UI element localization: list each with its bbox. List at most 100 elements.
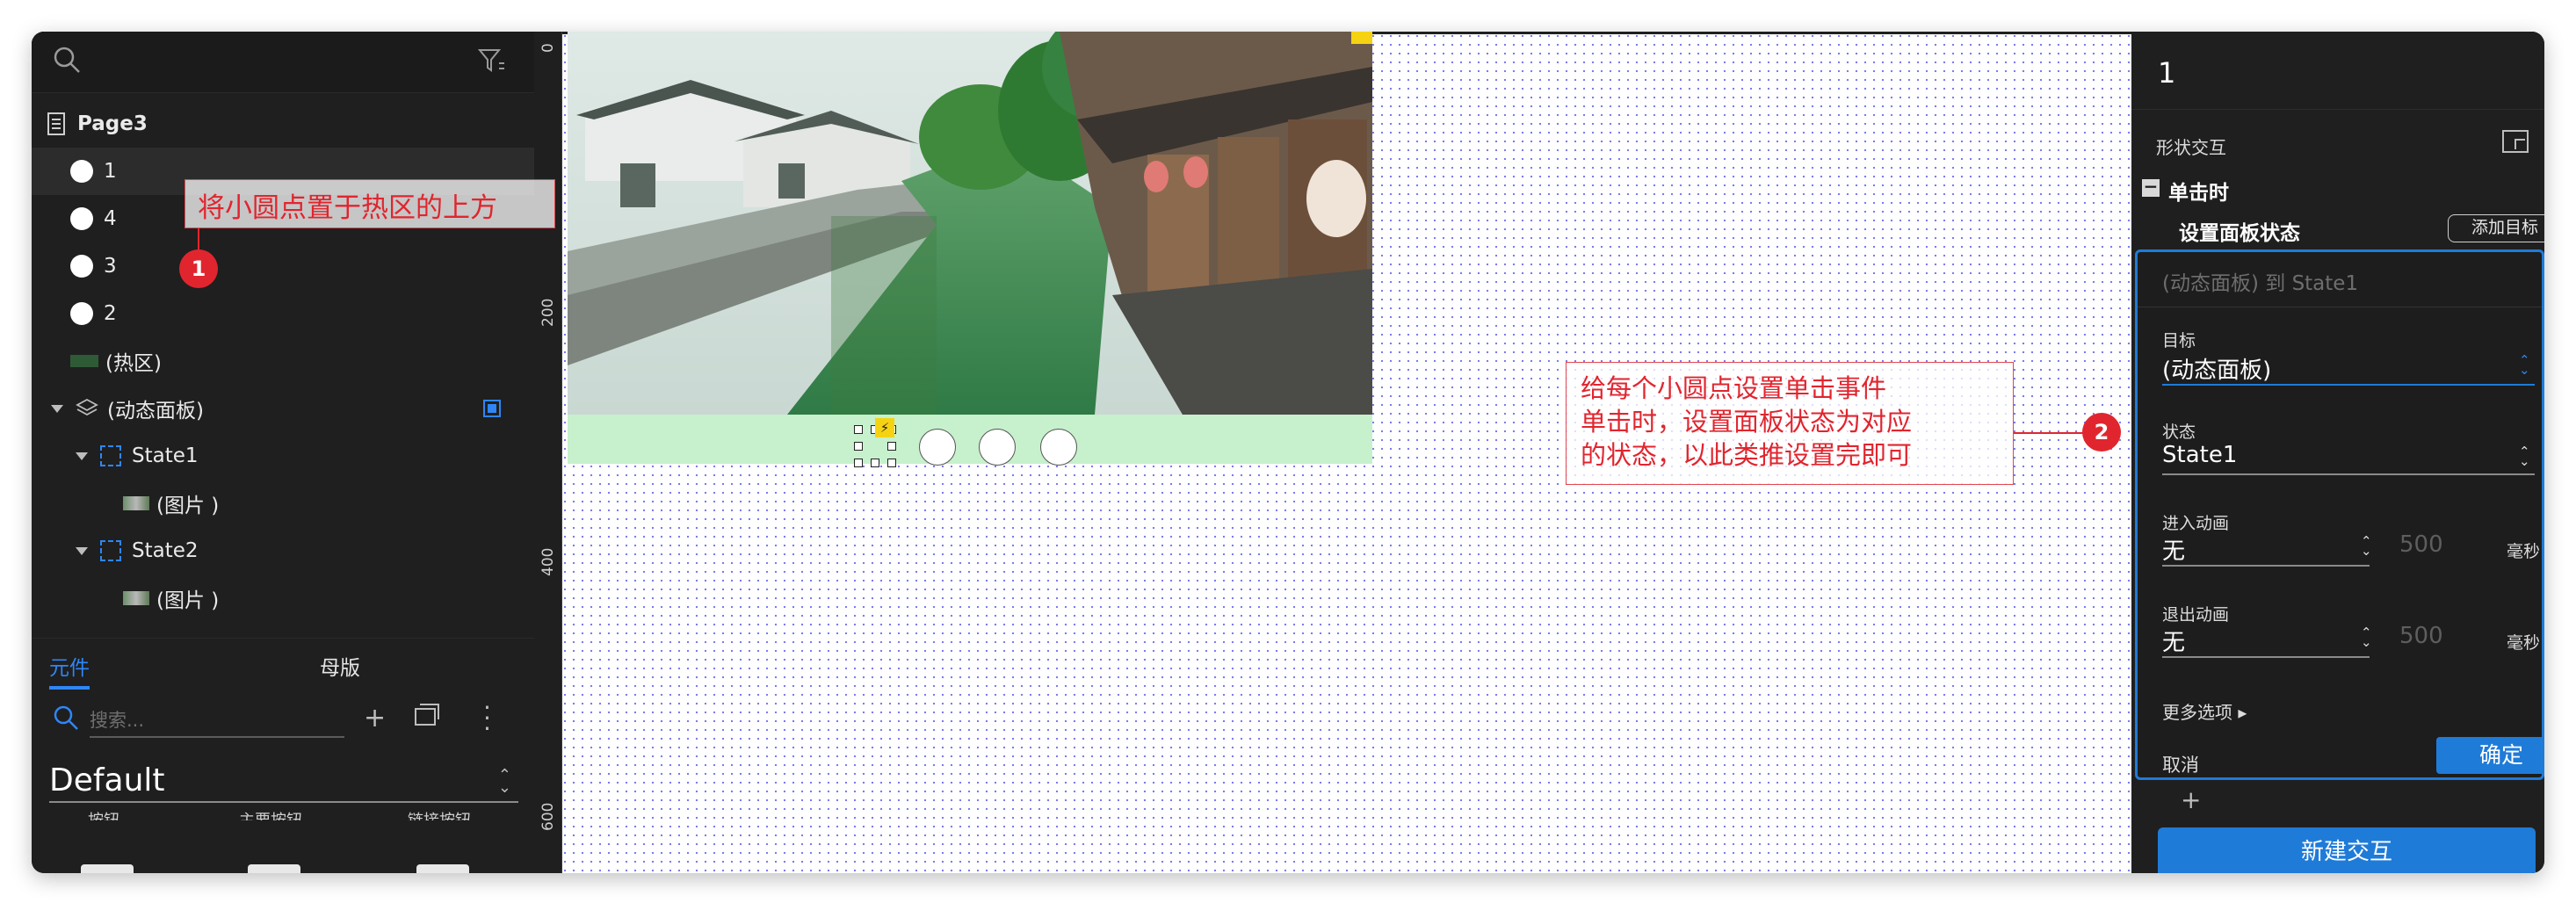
layer-label: (图片 ): [156, 589, 220, 612]
annotation-note-2: 给每个小圆点设置单击事件 单击时，设置面板状态为对应 的状态，以此类推设置完即可: [1566, 362, 2014, 485]
filter-icon[interactable]: [478, 47, 506, 74]
divider: [2131, 109, 2544, 110]
annotation-badge-2: 2: [2082, 413, 2121, 452]
page-icon: [47, 112, 65, 135]
more-options-toggle[interactable]: 更多选项 ▸: [2162, 698, 2247, 724]
interaction-panel: 1 形状交互 − 单击时 设置面板状态 添加目标 (动态面板) 到 State1…: [2131, 32, 2544, 873]
state-icon: [100, 445, 121, 466]
enter-duration-input[interactable]: 500: [2399, 531, 2443, 558]
annotation-line: 的状态，以此类推设置完即可: [1581, 440, 1913, 470]
layer-item-state2[interactable]: State2: [32, 527, 534, 574]
slider-dot[interactable]: [979, 429, 1016, 466]
exit-animation-select[interactable]: 无: [2162, 625, 2185, 657]
action-label[interactable]: 设置面板状态: [2179, 216, 2300, 246]
layer-label: 3: [104, 255, 117, 278]
library-item-label: 主要按钮: [239, 808, 302, 820]
left-panel: Page3 1 4 3 2 (热区) (动态面板) State1 (图片) S…: [32, 32, 534, 873]
annotation-note-1: 将小圆点置于热区的上方: [185, 179, 555, 228]
layers-icon: [76, 398, 98, 416]
target-label: 目标: [2162, 331, 2196, 350]
target-select[interactable]: (动态面板): [2162, 352, 2271, 385]
new-interaction-button[interactable]: 新建交互: [2158, 827, 2536, 873]
add-target-button[interactable]: 添加目标: [2448, 214, 2544, 242]
ruler-tick: 600: [539, 802, 557, 831]
tab-widgets[interactable]: 元件: [49, 651, 90, 690]
library-widget-preview[interactable]: [248, 864, 300, 873]
expand-panel-icon[interactable]: [2502, 130, 2529, 153]
hotspot-area[interactable]: [568, 415, 1372, 464]
layer-item-hotspot[interactable]: (热区): [32, 337, 534, 385]
circle-icon: [70, 160, 93, 183]
layer-label: (热区): [105, 352, 162, 375]
interaction-marker-icon: [1351, 32, 1372, 44]
state-label: 状态: [2162, 423, 2196, 442]
layer-item-image-2[interactable]: (图片 ): [32, 574, 534, 622]
slider-dot[interactable]: [1040, 429, 1077, 466]
layer-item-dynamic-panel[interactable]: (动态面板): [32, 385, 534, 432]
design-canvas[interactable]: 0 200 400 600 ⚡ 给每个小圆点设置单击事件 单击时，设置面板状态为…: [534, 32, 2131, 873]
hotspot-icon: [70, 355, 98, 367]
library-widget-preview[interactable]: [81, 864, 134, 873]
enter-duration-unit: 毫秒: [2507, 542, 2541, 561]
annotation-leader-2: [2014, 432, 2084, 434]
chevron-updown-icon[interactable]: ⌃ ⌄: [2361, 626, 2372, 649]
widget-name[interactable]: 1: [2158, 56, 2175, 90]
collapse-icon[interactable]: −: [2142, 177, 2160, 197]
layer-label: 4: [104, 207, 117, 230]
layer-label: State2: [132, 539, 199, 562]
ruler-tick: 400: [539, 547, 557, 576]
tab-masters[interactable]: 母版: [320, 651, 360, 681]
circle-icon: [70, 207, 93, 230]
layer-item-image-1[interactable]: (图片 ): [32, 480, 534, 527]
circle-icon: [70, 302, 93, 325]
layer-label: (图片 ): [156, 495, 220, 517]
state-select[interactable]: State1: [2162, 442, 2237, 468]
slider-dot[interactable]: [919, 429, 956, 466]
library-select[interactable]: Default ⌃ ⌄: [49, 762, 518, 803]
select-chevron-icon: ⌃ ⌄: [497, 766, 511, 797]
visibility-toggle-icon[interactable]: [483, 400, 501, 417]
cancel-button[interactable]: 取消: [2162, 751, 2199, 777]
section-title: 形状交互: [2156, 137, 2226, 158]
exit-duration-input[interactable]: 500: [2399, 623, 2443, 649]
canal-town-image[interactable]: [568, 32, 1372, 415]
add-action-icon[interactable]: +: [2181, 785, 2201, 814]
library-select-value: Default: [49, 762, 165, 798]
chevron-updown-icon[interactable]: ⌃ ⌄: [2361, 535, 2372, 558]
exit-duration-unit: 毫秒: [2507, 633, 2541, 653]
expand-arrow-icon[interactable]: [76, 546, 88, 555]
ruler-tick: 0: [539, 43, 557, 53]
page-row[interactable]: Page3: [32, 100, 534, 148]
library-search-row: 搜索... + · · ·: [32, 696, 534, 741]
outline-search-bar: [32, 32, 534, 93]
layer-label: 1: [104, 160, 117, 183]
event-label[interactable]: 单击时: [2168, 176, 2229, 206]
more-vertical-icon[interactable]: · · ·: [483, 696, 491, 741]
exit-animation-underline: [2162, 656, 2370, 658]
search-icon[interactable]: [53, 46, 83, 76]
chevron-updown-icon[interactable]: ⌃ ⌄: [2519, 354, 2530, 377]
layer-item-circle-3[interactable]: 3: [32, 242, 534, 290]
layer-label: 2: [104, 302, 117, 325]
target-underline: [2162, 384, 2535, 386]
action-editor: (动态面板) 到 State1 目标 (动态面板) ⌃ ⌄ 状态 State1 ⌃…: [2135, 249, 2544, 780]
expand-arrow-icon[interactable]: [51, 404, 63, 413]
library-widget-preview[interactable]: [416, 864, 469, 873]
library-search-input[interactable]: 搜索...: [90, 706, 344, 738]
chevron-updown-icon[interactable]: ⌃ ⌄: [2519, 445, 2530, 468]
library-item-label: 链接按钮: [408, 808, 471, 820]
search-icon[interactable]: [53, 704, 81, 733]
duplicate-icon[interactable]: [415, 704, 439, 726]
confirm-button[interactable]: 确定: [2436, 737, 2544, 774]
enter-animation-underline: [2162, 565, 2370, 567]
expand-arrow-icon[interactable]: [76, 452, 88, 460]
annotation-text: 将小圆点置于热区的上方: [198, 192, 497, 224]
layer-item-circle-2[interactable]: 2: [32, 290, 534, 337]
layer-label: (动态面板): [107, 400, 204, 423]
action-summary: (动态面板) 到 State1: [2162, 272, 2359, 295]
enter-animation-select[interactable]: 无: [2162, 533, 2185, 566]
layer-item-state1[interactable]: State1: [32, 432, 534, 480]
app-window: Page3 1 4 3 2 (热区) (动态面板) State1 (图片) S…: [32, 32, 2544, 873]
library-tabs: 元件 母版: [32, 638, 534, 690]
add-library-icon[interactable]: +: [364, 703, 386, 733]
